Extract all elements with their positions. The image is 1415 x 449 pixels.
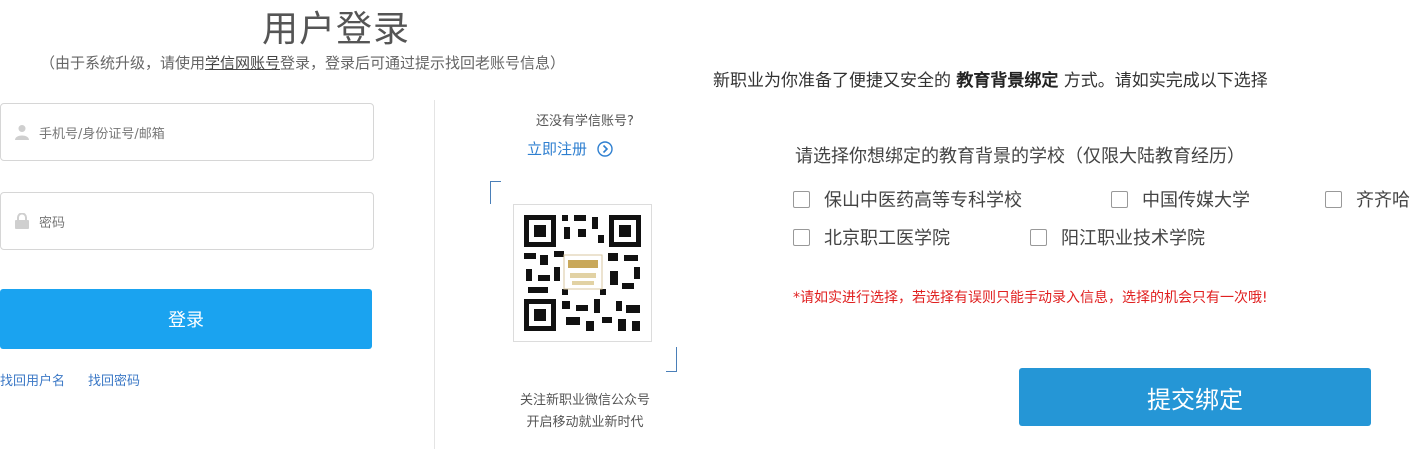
checkbox[interactable] [793,190,810,208]
page-title: 用户登录 [262,9,411,50]
school-option[interactable]: 中国传媒大学 [1111,186,1250,212]
school-select-hint: 请选择你想绑定的教育背景的学校（仅限大陆教育经历） [795,146,1245,167]
school-option[interactable]: 北京职工医学院 [793,224,950,250]
school-option[interactable]: 保山中医药高等专科学校 [793,186,1022,212]
qr-code-image [524,215,641,331]
user-icon [15,124,29,140]
lock-icon [15,212,29,229]
qr-bracket-top-left [490,181,501,204]
intro-bold: 教育背景绑定 [956,71,1059,91]
qr-code [513,204,652,342]
checkbox[interactable] [1030,228,1047,246]
login-subtitle: （由于系统升级，请使用学信网账号登录，登录后可通过提示找回老账号信息） [40,52,565,73]
school-label: 保山中医药高等专科学校 [824,190,1022,211]
checkbox[interactable] [1111,190,1128,208]
password-placeholder: 密码 [39,216,66,231]
selection-warning: *请如实进行选择，若选择有误则只能手动录入信息，选择的机会只有一次哦! [793,290,1268,306]
qr-caption-line2: 开启移动就业新时代 [526,415,644,430]
arrow-circle-icon [597,140,613,157]
school-label: 中国传媒大学 [1142,190,1250,211]
vertical-divider [434,100,435,449]
submit-binding-button[interactable]: 提交绑定 [1019,368,1371,426]
school-option[interactable]: 齐齐哈 [1325,186,1410,212]
xuexin-account-link[interactable]: 学信网账号 [205,54,280,72]
checkbox[interactable] [1325,190,1342,208]
school-option[interactable]: 阳江职业技术学院 [1030,224,1205,250]
checkbox[interactable] [793,228,810,246]
qr-caption-line1: 关注新职业微信公众号 [519,393,650,408]
find-password-link[interactable]: 找回密码 [88,370,140,389]
find-username-link[interactable]: 找回用户名 [0,370,65,389]
register-label: 立即注册 [527,140,588,158]
username-placeholder: 手机号/身份证号/邮箱 [39,127,165,142]
subtitle-suffix: 登录，登录后可通过提示找回老账号信息） [280,54,566,72]
intro-suffix: 方式。请如实完成以下选择 [1058,71,1268,91]
login-button[interactable]: 登录 [0,289,372,349]
school-label: 齐齐哈 [1356,190,1410,211]
intro-prefix: 新职业为你准备了便捷又安全的 [713,71,957,91]
no-account-text: 还没有学信账号? [536,114,634,129]
school-label: 北京职工医学院 [824,228,950,249]
register-link[interactable]: 立即注册 [527,138,613,159]
school-label: 阳江职业技术学院 [1061,228,1205,249]
username-field[interactable]: 手机号/身份证号/邮箱 [0,103,374,161]
subtitle-prefix: （由于系统升级，请使用 [40,54,206,72]
password-field[interactable]: 密码 [0,192,374,250]
qr-bracket-bottom-right [666,347,677,372]
binding-intro: 新职业为你准备了便捷又安全的 教育背景绑定 方式。请如实完成以下选择 [713,66,1268,91]
